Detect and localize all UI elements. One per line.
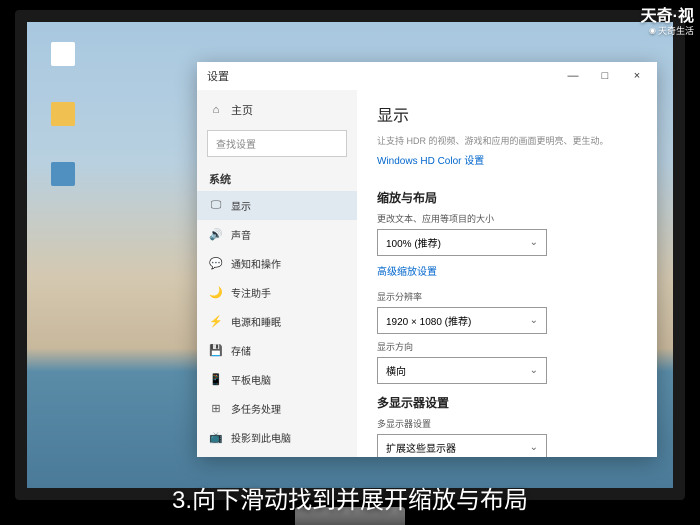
watermark-main: 天奇·视 (641, 2, 694, 26)
nav-label: 平板电脑 (231, 372, 271, 387)
resolution-dropdown[interactable]: 1920 × 1080 (推荐) (377, 307, 547, 334)
titlebar: 设置 — □ × (197, 62, 657, 90)
multi-section-title: 多显示器设置 (377, 394, 637, 411)
nav-label: 声音 (231, 227, 251, 242)
orientation-dropdown[interactable]: 横向 (377, 357, 547, 384)
scale-section-title: 缩放与布局 (377, 189, 637, 206)
nav-icon: ⊞ (209, 402, 223, 416)
nav-icon: 🔊 (209, 228, 223, 242)
content-area[interactable]: 显示 让支持 HDR 的视频、游戏和应用的画面更明亮、更生动。 Windows … (357, 90, 657, 457)
sidebar-item-5[interactable]: 💾 存储 (197, 336, 357, 365)
sidebar-item-1[interactable]: 🔊 声音 (197, 220, 357, 249)
hdr-description: 让支持 HDR 的视频、游戏和应用的画面更明亮、更生动。 (377, 134, 637, 147)
home-nav[interactable]: ⌂ 主页 (197, 96, 357, 124)
category-label: 系统 (197, 163, 357, 191)
nav-label: 电源和睡眠 (231, 314, 281, 329)
nav-label: 通知和操作 (231, 256, 281, 271)
search-input[interactable]: 查找设置 (207, 130, 347, 157)
multi-label: 多显示器设置 (377, 417, 637, 430)
home-label: 主页 (231, 102, 253, 118)
nav-icon: ⚡ (209, 315, 223, 329)
scale-label: 更改文本、应用等项目的大小 (377, 212, 637, 225)
orientation-label: 显示方向 (377, 340, 637, 353)
nav-icon: 📺 (209, 431, 223, 445)
advanced-scale-link[interactable]: 高级缩放设置 (377, 263, 437, 278)
nav-label: 显示 (231, 198, 251, 213)
multi-dropdown[interactable]: 扩展这些显示器 (377, 434, 547, 457)
nav-icon: 💾 (209, 344, 223, 358)
sidebar-item-8[interactable]: 📺 投影到此电脑 (197, 423, 357, 452)
video-caption: 3.向下滑动找到并展开缩放与布局 (0, 480, 700, 515)
maximize-button[interactable]: □ (589, 64, 621, 88)
nav-icon: 📱 (209, 373, 223, 387)
page-title: 显示 (377, 102, 637, 126)
sidebar-item-7[interactable]: ⊞ 多任务处理 (197, 394, 357, 423)
nav-label: 专注助手 (231, 285, 271, 300)
nav-label: 投影到此电脑 (231, 430, 291, 445)
watermark-sub: 天奇生活 (649, 24, 694, 37)
sidebar-item-9[interactable]: ✂体验共享 (197, 452, 357, 457)
sidebar: ⌂ 主页 查找设置 系统 🖵 显示 🔊 声音 💬 通知和操作 🌙 专注助手 ⚡ 电源和睡眠 💾 存储 📱… (197, 90, 357, 457)
sidebar-item-6[interactable]: 📱 平板电脑 (197, 365, 357, 394)
settings-window: 设置 — □ × ⌂ 主页 查找设置 系统 🖵 显示 🔊 声音 💬 通知和操作 (197, 62, 657, 457)
window-title: 设置 (207, 68, 229, 84)
resolution-label: 显示分辨率 (377, 290, 637, 303)
scale-dropdown[interactable]: 100% (推荐) (377, 229, 547, 256)
minimize-button[interactable]: — (557, 64, 589, 88)
sidebar-item-3[interactable]: 🌙 专注助手 (197, 278, 357, 307)
nav-icon: 💬 (209, 257, 223, 271)
home-icon: ⌂ (209, 103, 223, 117)
sidebar-item-4[interactable]: ⚡ 电源和睡眠 (197, 307, 357, 336)
sidebar-item-0[interactable]: 🖵 显示 (197, 191, 357, 220)
nav-label: 多任务处理 (231, 401, 281, 416)
desktop-file-icon[interactable] (47, 42, 79, 68)
hdr-link[interactable]: Windows HD Color 设置 (377, 152, 484, 167)
nav-icon: 🖵 (209, 199, 223, 213)
close-button[interactable]: × (621, 64, 653, 88)
sidebar-item-2[interactable]: 💬 通知和操作 (197, 249, 357, 278)
desktop-pc-icon[interactable] (47, 162, 79, 188)
nav-label: 存储 (231, 343, 251, 358)
nav-icon: 🌙 (209, 286, 223, 300)
desktop-folder-icon[interactable] (47, 102, 79, 128)
